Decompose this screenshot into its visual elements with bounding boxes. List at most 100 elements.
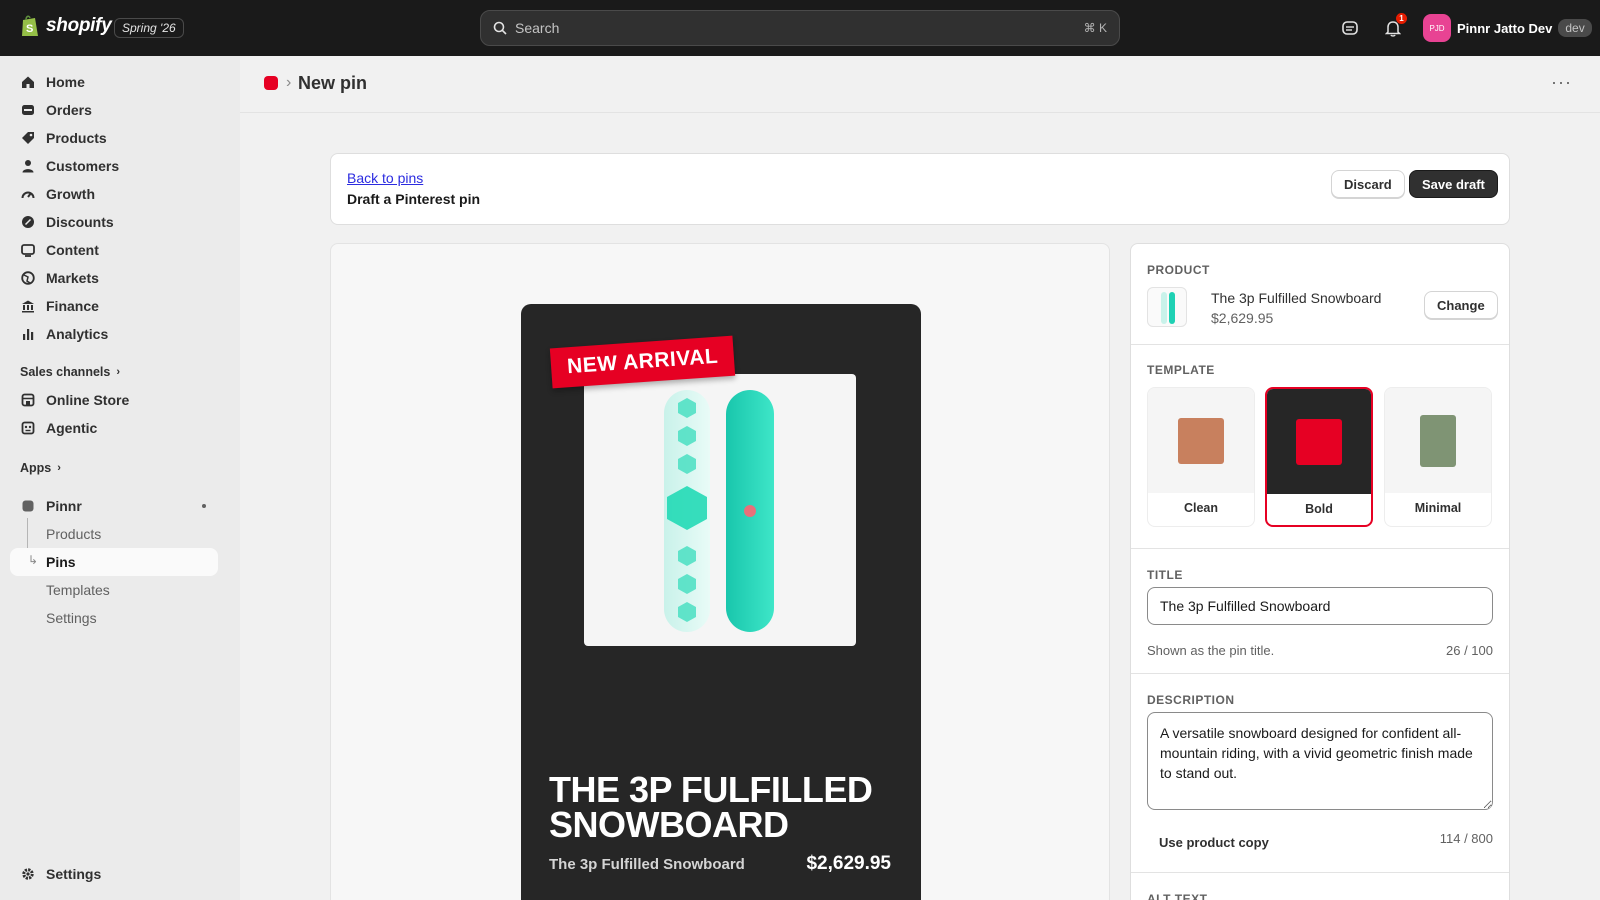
store-env-badge: dev [1558,19,1592,37]
sales-channels-heading[interactable]: Sales channels › [20,365,120,379]
pin-description-textarea[interactable]: A versatile snowboard designed for confi… [1147,712,1493,810]
title-char-count: 26 / 100 [1446,643,1493,658]
sidebar-item-orders[interactable]: Orders [10,96,218,124]
sidebar-item-label: Online Store [46,392,130,408]
search-input[interactable] [515,20,1074,36]
sidekick-icon[interactable] [1339,17,1361,39]
snowboard-thumb-icon [1161,292,1175,324]
sidebar-subitem-products[interactable]: Products [10,520,218,548]
sidebar: Home Orders Products Customers Growth Di… [0,56,240,900]
apps-label: Apps [20,461,52,475]
product-thumbnail [1147,287,1187,327]
sidebar-item-label: Pinnr [46,498,82,514]
store-name: Pinnr Jatto Dev [1457,20,1553,36]
svg-text:S: S [26,23,33,35]
description-char-count: 114 / 800 [1439,831,1493,846]
sidebar-item-pinnr[interactable]: Pinnr [10,492,218,520]
sidebar-item-content[interactable]: Content [10,236,218,264]
save-draft-button[interactable]: Save draft [1409,170,1498,198]
template-name: Minimal [1414,501,1462,515]
sales-channels-label: Sales channels [20,365,111,379]
sidebar-item-label: Content [46,242,99,258]
sidebar-item-label: Agentic [46,420,98,436]
template-preview [1148,388,1254,493]
sidebar-item-settings[interactable]: Settings [10,860,218,888]
gauge-icon [20,186,36,202]
shopify-logo[interactable]: S shopify [20,14,112,38]
sidebar-subitem-templates[interactable]: Templates [10,576,218,604]
search-shortcut: ⌘ K [1083,21,1107,35]
product-section-label: PRODUCT [1147,263,1210,277]
sidebar-item-agentic[interactable]: Agentic [10,414,218,442]
template-section-label: TEMPLATE [1147,363,1215,377]
notifications-button[interactable]: 1 [1382,13,1407,39]
sidebar-item-markets[interactable]: Markets [10,264,218,292]
sidebar-item-customers[interactable]: Customers [10,152,218,180]
change-product-button[interactable]: Change [1424,291,1498,319]
brand-name: shopify [46,15,112,36]
sidebar-item-online-store[interactable]: Online Store [10,386,218,414]
pin-preview-card: NEW ARRIVAL THE 3P FULFILLED SNOWBOARD T… [330,243,1110,900]
home-icon [20,74,36,90]
use-product-copy-button[interactable]: Use product copy [1159,835,1269,850]
pin-toolbar-card: Back to pins Draft a Pinterest pin Disca… [330,153,1510,225]
template-option-minimal[interactable]: Minimal [1384,387,1492,527]
pin-product-name: The 3p Fulfilled Snowboard [549,856,745,873]
subitem-label: Pins [46,554,76,570]
template-option-clean[interactable]: Clean [1147,387,1255,527]
template-option-bold[interactable]: Bold [1265,387,1373,527]
notification-count: 1 [1396,13,1407,24]
alt-text-section-label: ALT TEXT [1147,892,1208,900]
robot-icon [20,420,36,436]
pin-preview: NEW ARRIVAL THE 3P FULFILLED SNOWBOARD T… [521,304,921,900]
store-icon [20,392,36,408]
sidebar-item-discounts[interactable]: Discounts [10,208,218,236]
subitem-label: Products [46,526,102,542]
sidebar-item-products[interactable]: Products [10,124,218,152]
back-to-pins-link[interactable]: Back to pins [347,170,423,186]
title-section-label: TITLE [1147,568,1183,582]
bank-icon [20,298,36,314]
sidebar-item-label: Products [46,130,107,146]
sidebar-item-analytics[interactable]: Analytics [10,320,218,348]
content-icon [20,242,36,258]
search-icon [493,21,507,35]
sidebar-item-finance[interactable]: Finance [10,292,218,320]
template-preview [1385,388,1491,493]
toolbar-subtitle: Draft a Pinterest pin [347,191,481,207]
divider [1131,872,1509,873]
search-bar[interactable]: ⌘ K [480,10,1120,46]
sidebar-subitem-settings[interactable]: Settings [10,604,218,632]
chevron-right-icon: › [57,462,61,474]
bar-chart-icon [20,326,36,342]
pinnr-app-icon [20,498,36,514]
sidebar-item-label: Orders [46,102,92,118]
product-price: $2,629.95 [1211,310,1274,326]
subitem-label: Templates [46,582,110,598]
discard-button[interactable]: Discard [1331,170,1405,198]
apps-heading[interactable]: Apps › [20,461,61,475]
snowboard-image [664,390,774,632]
sidebar-item-label: Growth [46,186,95,202]
sidebar-item-label: Discounts [46,214,114,230]
pinnr-app-icon[interactable] [264,76,278,90]
tag-icon [20,130,36,146]
template-preview [1267,389,1371,494]
pin-indicator-dot [202,504,206,508]
store-avatar: PJD [1423,14,1451,42]
sidebar-item-home[interactable]: Home [10,68,218,96]
person-icon [20,158,36,174]
pin-headline: THE 3P FULFILLED SNOWBOARD [549,769,873,845]
store-switcher[interactable]: PJD Pinnr Jatto Dev dev [1423,14,1592,42]
shopify-bag-icon: S [22,15,38,36]
breadcrumb-separator: › [286,74,292,91]
sidebar-item-growth[interactable]: Growth [10,180,218,208]
subitem-label: Settings [46,610,97,626]
page-header: › New pin ··· [240,56,1600,113]
template-swatch [1178,417,1224,464]
sidebar-subitem-pins[interactable]: ↳ Pins [10,548,218,576]
template-swatch [1420,414,1456,467]
more-actions-icon[interactable]: ··· [1551,72,1572,93]
pin-price: $2,629.95 [806,853,891,874]
pin-title-input[interactable] [1147,587,1493,625]
